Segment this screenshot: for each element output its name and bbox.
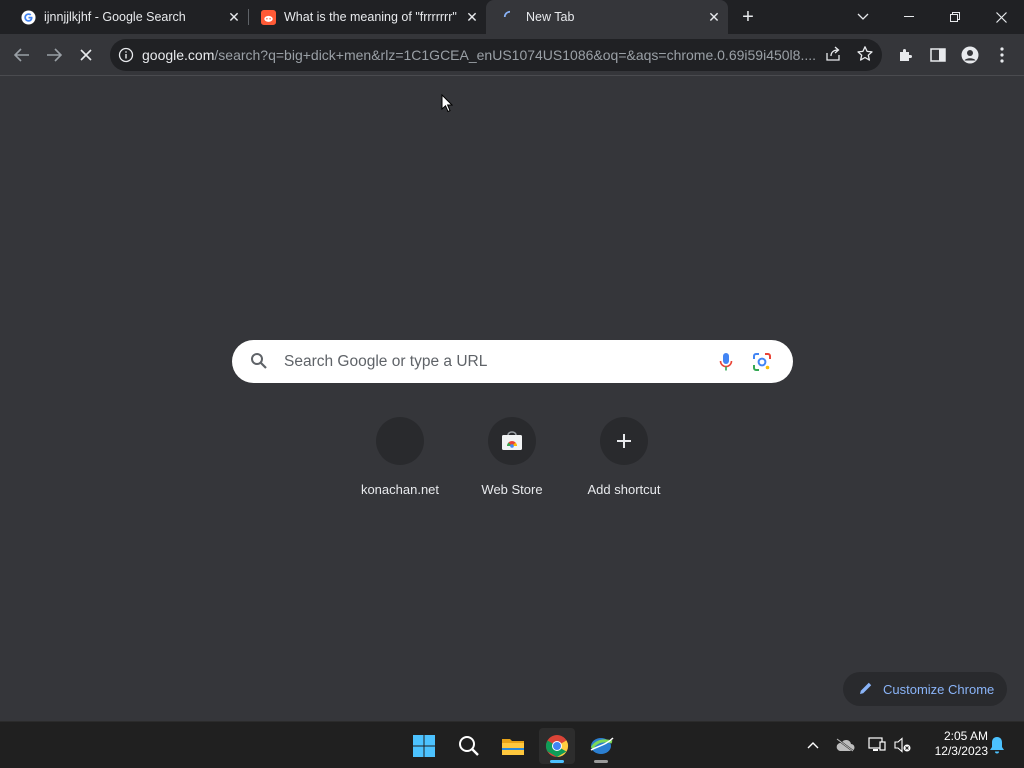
tab-reddit[interactable]: What is the meaning of "frrrrrrr" ✕ bbox=[240, 0, 486, 34]
close-icon[interactable]: ✕ bbox=[464, 9, 480, 25]
network-icon[interactable] bbox=[866, 734, 888, 756]
shortcut-label: Web Store bbox=[481, 482, 543, 497]
tab-title: What is the meaning of "frrrrrrr" bbox=[284, 10, 457, 24]
windows-start-icon[interactable] bbox=[406, 728, 442, 764]
add-shortcut-button[interactable]: Add shortcut bbox=[568, 416, 680, 506]
shortcut-label: konachan.net bbox=[360, 482, 440, 497]
reddit-icon bbox=[260, 9, 276, 25]
blank-favicon bbox=[376, 417, 424, 465]
chrome-web-store-icon bbox=[488, 417, 536, 465]
close-icon[interactable]: ✕ bbox=[706, 9, 722, 25]
voice-search-icon[interactable] bbox=[718, 352, 734, 372]
profile-avatar-icon[interactable] bbox=[956, 41, 984, 69]
bookmark-star-icon[interactable] bbox=[856, 45, 876, 65]
forward-button[interactable] bbox=[40, 41, 68, 69]
address-bar[interactable]: google.com/search?q=big+dick+men&rlz=1C1… bbox=[110, 39, 882, 71]
customize-chrome-label: Customize Chrome bbox=[883, 681, 995, 697]
chrome-icon[interactable] bbox=[539, 728, 575, 764]
shortcut-tile[interactable]: Web Store bbox=[456, 416, 568, 506]
customize-chrome-button[interactable]: Customize Chrome bbox=[843, 672, 1007, 706]
clock-time: 2:05 AM bbox=[943, 729, 988, 743]
active-app-indicator bbox=[550, 760, 564, 763]
running-app-indicator bbox=[594, 760, 608, 763]
ntp-search-box[interactable]: Search Google or type a URL bbox=[232, 340, 793, 383]
url-host: google.com bbox=[142, 47, 215, 63]
site-info-icon[interactable] bbox=[118, 47, 134, 63]
tab-title: New Tab bbox=[526, 10, 575, 24]
search-icon[interactable] bbox=[451, 728, 487, 764]
minimize-button[interactable] bbox=[886, 0, 932, 34]
side-panel-icon[interactable] bbox=[924, 41, 952, 69]
tab-search-chevron-icon[interactable] bbox=[840, 0, 886, 34]
loading-spinner-icon bbox=[502, 9, 518, 25]
app-icon[interactable] bbox=[583, 728, 619, 764]
system-clock[interactable]: 2:05 AM 12/3/2023 bbox=[918, 729, 988, 759]
shortcut-tile[interactable]: konachan.net bbox=[344, 416, 456, 506]
volume-muted-icon[interactable] bbox=[892, 734, 914, 756]
shortcut-label: Add shortcut bbox=[587, 482, 661, 497]
notification-bell-icon[interactable] bbox=[986, 734, 1008, 756]
google-lens-icon[interactable] bbox=[752, 352, 772, 372]
google-g-icon bbox=[20, 9, 36, 25]
onedrive-icon[interactable] bbox=[834, 734, 856, 756]
tab-google-search[interactable]: ijnnjjlkjhf - Google Search ✕ bbox=[0, 0, 248, 34]
clock-date: 12/3/2023 bbox=[934, 744, 988, 758]
menu-kebab-icon[interactable] bbox=[988, 41, 1016, 69]
tab-strip: ijnnjjlkjhf - Google Search ✕ What is th… bbox=[0, 0, 1024, 34]
new-tab-button[interactable]: + bbox=[736, 5, 760, 29]
chevron-up-icon[interactable] bbox=[802, 734, 824, 756]
tab-title: ijnnjjlkjhf - Google Search bbox=[44, 10, 186, 24]
url-path: /search?q=big+dick+men&rlz=1C1GCEA_enUS1… bbox=[214, 47, 817, 63]
url-text[interactable]: google.com/search?q=big+dick+men&rlz=1C1… bbox=[142, 47, 822, 63]
extensions-icon[interactable] bbox=[892, 41, 920, 69]
share-icon[interactable] bbox=[824, 45, 844, 65]
pencil-icon bbox=[859, 681, 875, 697]
stop-loading-button[interactable] bbox=[72, 41, 100, 69]
tab-new-tab[interactable]: New Tab ✕ bbox=[486, 0, 728, 34]
browser-toolbar: google.com/search?q=big+dick+men&rlz=1C1… bbox=[0, 34, 1024, 76]
search-icon bbox=[250, 352, 268, 370]
plus-icon bbox=[600, 417, 648, 465]
mouse-cursor-icon bbox=[441, 93, 454, 113]
windows-taskbar: 2:05 AM 12/3/2023 bbox=[0, 721, 1024, 768]
close-window-button[interactable] bbox=[978, 0, 1024, 34]
search-placeholder: Search Google or type a URL bbox=[284, 353, 488, 370]
back-button[interactable] bbox=[8, 41, 36, 69]
restore-button[interactable] bbox=[932, 0, 978, 34]
file-explorer-icon[interactable] bbox=[495, 728, 531, 764]
